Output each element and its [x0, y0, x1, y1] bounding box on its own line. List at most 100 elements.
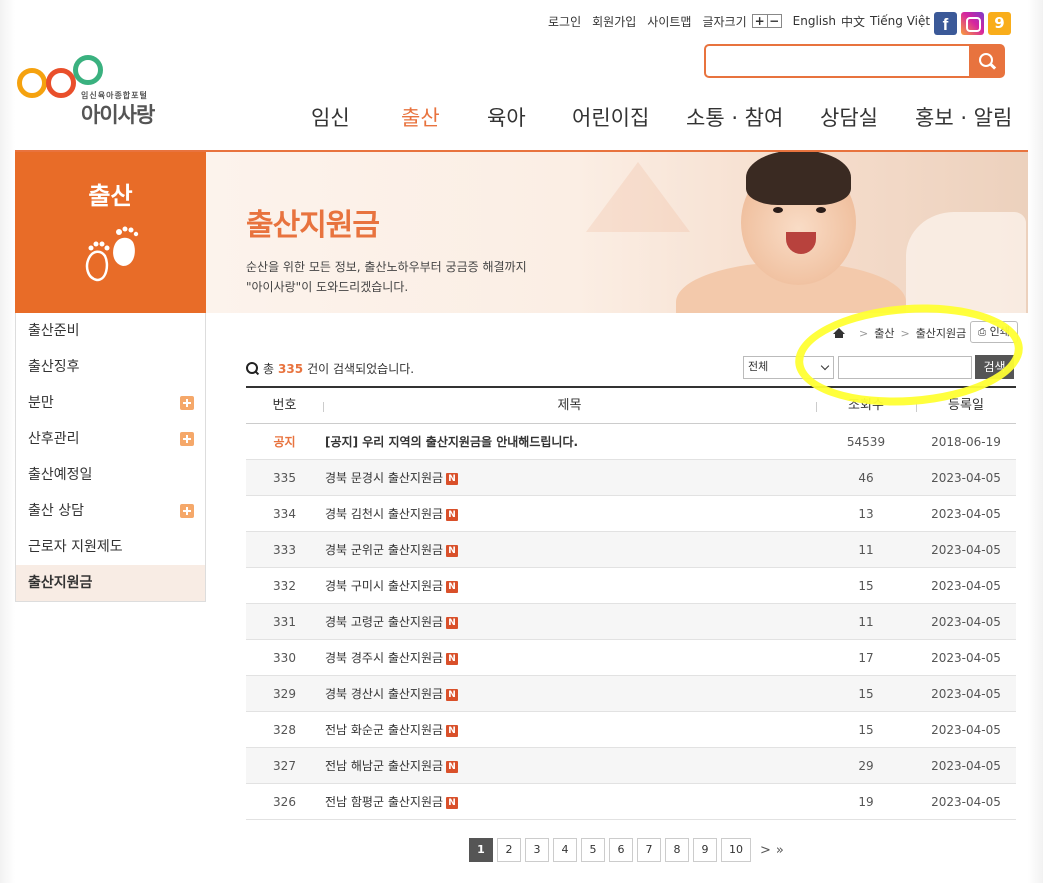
row-title[interactable]: 경북 경주시 출산지원금 N: [325, 640, 805, 676]
table-row[interactable]: 326 전남 함평군 출산지원금 N 19 2023-04-05: [246, 784, 1016, 820]
row-title[interactable]: 경북 문경시 출산지원금 N: [325, 460, 805, 496]
row-views: 13: [858, 507, 874, 521]
sitemap-link[interactable]: 사이트맵: [647, 13, 691, 30]
table-row[interactable]: 328 전남 화순군 출산지원금 N 15 2023-04-05: [246, 712, 1016, 748]
row-title-text[interactable]: 전남 해남군 출산지원금: [325, 759, 443, 773]
table-row[interactable]: 333 경북 군위군 출산지원금 N 11 2023-04-05: [246, 532, 1016, 568]
row-title[interactable]: 전남 해남군 출산지원금 N: [325, 748, 805, 784]
search-icon: [246, 362, 259, 375]
row-date: 2023-04-05: [931, 615, 1001, 629]
sidebar-item-signs[interactable]: 출산징후: [16, 349, 205, 385]
page-button-2[interactable]: 2: [497, 838, 521, 862]
row-date: 2023-04-05: [931, 471, 1001, 485]
nav-item-daycare[interactable]: 어린이집: [572, 102, 649, 132]
table-row[interactable]: 335 경북 문경시 출산지원금 N 46 2023-04-05: [246, 460, 1016, 496]
sidebar-item-counsel[interactable]: 출산 상담: [16, 493, 205, 529]
sidebar-item-label: 분만: [28, 395, 54, 411]
nav-item-parenting[interactable]: 육아: [487, 102, 526, 132]
site-logo[interactable]: 임신육아종합포털 아이사랑: [15, 55, 165, 127]
row-number: 327: [273, 759, 296, 773]
table-row[interactable]: 334 경북 김천시 출산지원금 N 13 2023-04-05: [246, 496, 1016, 532]
table-row[interactable]: 332 경북 구미시 출산지원금 N 15 2023-04-05: [246, 568, 1016, 604]
nav-item-notice[interactable]: 홍보 · 알림: [915, 102, 1012, 132]
instagram-icon[interactable]: [961, 12, 984, 35]
row-number: 334: [273, 507, 296, 521]
row-title[interactable]: 경북 고령군 출산지원금 N: [325, 604, 805, 640]
table-row[interactable]: 327 전남 해남군 출산지원금 N 29 2023-04-05: [246, 748, 1016, 784]
page-button-7[interactable]: 7: [637, 838, 661, 862]
row-title-text[interactable]: 경북 고령군 출산지원금: [325, 615, 443, 629]
page-button-8[interactable]: 8: [665, 838, 689, 862]
row-title[interactable]: 경북 군위군 출산지원금 N: [325, 532, 805, 568]
sidebar-item-postpartum[interactable]: 산후관리: [16, 421, 205, 457]
join-link[interactable]: 회원가입: [592, 13, 636, 30]
kakaostory-icon[interactable]: 9: [988, 12, 1011, 35]
row-title-text[interactable]: 경북 경산시 출산지원금: [325, 687, 443, 701]
sidebar-item-subsidy[interactable]: 출산지원금: [16, 565, 205, 601]
row-title[interactable]: 경북 구미시 출산지원금 N: [325, 568, 805, 604]
search-icon[interactable]: [969, 45, 1004, 77]
row-number: 328: [273, 723, 296, 737]
sidebar-item-worker[interactable]: 근로자 지원제도: [16, 529, 205, 565]
last-page-button[interactable]: »: [776, 843, 784, 858]
page-button-4[interactable]: 4: [553, 838, 577, 862]
page-button-6[interactable]: 6: [609, 838, 633, 862]
row-title-text[interactable]: 전남 함평군 출산지원금: [325, 795, 443, 809]
lang-english-link[interactable]: English: [793, 14, 836, 28]
table-row[interactable]: 329 경북 경산시 출산지원금 N 15 2023-04-05: [246, 676, 1016, 712]
lang-chinese-link[interactable]: 中文: [841, 13, 865, 30]
row-title-text[interactable]: [공지] 우리 지역의 출산지원금을 안내해드립니다.: [325, 435, 578, 449]
nav-item-pregnancy[interactable]: 임신: [311, 102, 350, 132]
nav-item-birth[interactable]: 출산: [401, 102, 440, 132]
expand-plus-icon[interactable]: [180, 432, 194, 446]
row-title[interactable]: 전남 화순군 출산지원금 N: [325, 712, 805, 748]
banner-desc-line1: 순산을 위한 모든 정보, 출산노하우부터 궁금증 해결까지: [246, 260, 527, 274]
page-shadow-right: [1028, 0, 1043, 883]
main-navigation: 임신 출산 육아 어린이집 소통 · 참여 상담실 홍보 · 알림: [290, 102, 1020, 130]
nav-item-counsel[interactable]: 상담실: [820, 102, 878, 132]
page-button-9[interactable]: 9: [693, 838, 717, 862]
banner-baby-eye: [816, 207, 826, 213]
site-search-input[interactable]: [704, 44, 1005, 78]
row-title[interactable]: 전남 함평군 출산지원금 N: [325, 784, 805, 820]
sidebar-item-duedate[interactable]: 출산예정일: [16, 457, 205, 493]
sidebar-item-delivery[interactable]: 분만: [16, 385, 205, 421]
fontsize-plus-button[interactable]: +: [753, 15, 767, 27]
page-button-5[interactable]: 5: [581, 838, 605, 862]
banner-decoration: [586, 162, 690, 232]
row-title[interactable]: [공지] 우리 지역의 출산지원금을 안내해드립니다.: [325, 424, 805, 460]
page-button-10[interactable]: 10: [721, 838, 751, 862]
row-number: 326: [273, 795, 296, 809]
expand-plus-icon[interactable]: [180, 504, 194, 518]
lang-vietnamese-link[interactable]: Tiếng Việt: [870, 14, 930, 28]
row-title-text[interactable]: 전남 화순군 출산지원금: [325, 723, 443, 737]
fontsize-minus-button[interactable]: −: [766, 15, 781, 27]
banner-hand: [906, 212, 1026, 313]
row-title-text[interactable]: 경북 김천시 출산지원금: [325, 507, 443, 521]
nav-item-community[interactable]: 소통 · 참여: [686, 102, 783, 132]
header-title: 제목: [557, 398, 582, 413]
expand-plus-icon[interactable]: [180, 396, 194, 410]
row-views: 11: [858, 615, 874, 629]
row-title-text[interactable]: 경북 문경시 출산지원금: [325, 471, 443, 485]
row-title[interactable]: 경북 경산시 출산지원금 N: [325, 676, 805, 712]
sidebar-item-label: 산후관리: [28, 431, 80, 447]
facebook-icon[interactable]: f: [934, 12, 957, 35]
table-row[interactable]: 330 경북 경주시 출산지원금 N 17 2023-04-05: [246, 640, 1016, 676]
row-title-text[interactable]: 경북 구미시 출산지원금: [325, 579, 443, 593]
login-link[interactable]: 로그인: [548, 13, 581, 30]
page-button-3[interactable]: 3: [525, 838, 549, 862]
table-row[interactable]: 331 경북 고령군 출산지원금 N 11 2023-04-05: [246, 604, 1016, 640]
page-button-1[interactable]: 1: [469, 838, 493, 862]
sidebar-item-prep[interactable]: 출산준비: [16, 313, 205, 349]
fontsize-label: 글자크기: [702, 14, 747, 29]
row-title[interactable]: 경북 김천시 출산지원금 N: [325, 496, 805, 532]
table-body: 공지 [공지] 우리 지역의 출산지원금을 안내해드립니다. 54539 2018-0…: [246, 424, 1016, 820]
side-title-box: 출산: [15, 152, 206, 313]
notice-row[interactable]: 공지 [공지] 우리 지역의 출산지원금을 안내해드립니다. 54539 2018-0…: [246, 424, 1016, 460]
logo-ring-red: [46, 68, 76, 98]
row-title-text[interactable]: 경북 경주시 출산지원금: [325, 651, 443, 665]
next-page-button[interactable]: >: [760, 843, 771, 858]
row-title-text[interactable]: 경북 군위군 출산지원금: [325, 543, 443, 557]
row-date: 2023-04-05: [931, 543, 1001, 557]
